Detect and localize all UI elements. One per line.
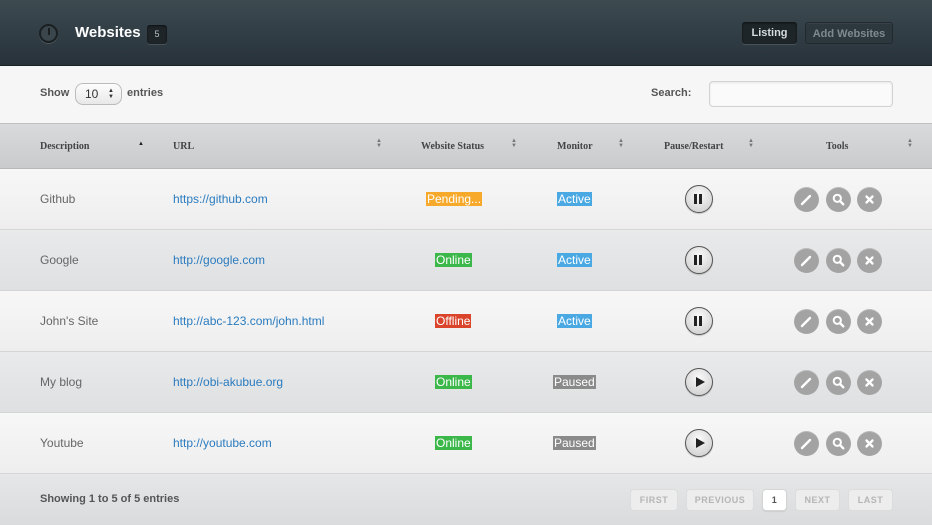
column-header-monitor[interactable]: Monitor <box>557 141 593 152</box>
table-row: Github https://github.com Pending... Act… <box>0 169 932 230</box>
status-badge: Online <box>435 436 472 450</box>
sort-icon[interactable]: ▲ ▼ <box>618 138 624 149</box>
pagination-previous-button[interactable]: PREVIOUS <box>686 489 754 511</box>
listing-button[interactable]: Listing <box>742 22 797 44</box>
pagination-next-button[interactable]: NEXT <box>795 489 840 511</box>
pagination-last-button[interactable]: LAST <box>848 489 893 511</box>
close-icon <box>865 439 874 448</box>
row-url-link[interactable]: http://google.com <box>173 253 265 267</box>
edit-button[interactable] <box>794 248 819 273</box>
delete-button[interactable] <box>857 370 882 395</box>
status-badge: Online <box>435 375 472 389</box>
table-header: Description ▲ URL ▲ ▼ Website Status ▲ ▼ M… <box>0 123 932 169</box>
play-icon <box>696 437 705 448</box>
pagination-page-1-button[interactable]: 1 <box>762 489 787 511</box>
sort-icon[interactable]: ▲ ▼ <box>376 138 382 149</box>
pause-button[interactable] <box>685 246 713 274</box>
row-description: Youtube <box>40 436 84 450</box>
magnifier-icon <box>832 193 845 206</box>
table-info: Showing 1 to 5 of 5 entries <box>40 493 180 505</box>
view-button[interactable] <box>826 370 851 395</box>
table-footer: Showing 1 to 5 of 5 entries FIRST PREVIO… <box>0 474 932 525</box>
monitor-badge: Active <box>557 253 592 267</box>
website-count-badge: 5 <box>147 25 167 44</box>
close-icon <box>865 378 874 387</box>
status-badge: Online <box>435 253 472 267</box>
add-websites-button[interactable]: Add Websites <box>805 22 893 44</box>
row-description: Google <box>40 253 79 267</box>
column-header-description[interactable]: Description <box>40 141 89 152</box>
edit-button[interactable] <box>794 187 819 212</box>
view-button[interactable] <box>826 431 851 456</box>
pause-icon <box>694 194 703 204</box>
sort-ascending-icon[interactable]: ▲ <box>138 141 144 147</box>
monitor-badge: Active <box>557 192 592 206</box>
row-url-link[interactable]: http://youtube.com <box>173 436 272 450</box>
clock-icon <box>39 24 58 43</box>
edit-button[interactable] <box>794 309 819 334</box>
row-description: Github <box>40 192 76 206</box>
magnifier-icon <box>832 315 845 328</box>
entries-select-value: 10 <box>85 87 99 101</box>
table-row: Youtube http://youtube.com Online Paused <box>0 413 932 474</box>
pencil-icon <box>800 255 812 267</box>
pause-button[interactable] <box>685 307 713 335</box>
entries-select[interactable]: 10 ▲ ▼ <box>75 83 122 105</box>
column-header-tools[interactable]: Tools <box>826 141 848 152</box>
magnifier-icon <box>832 376 845 389</box>
column-header-website-status[interactable]: Website Status <box>421 141 484 152</box>
entries-label: entries <box>127 87 164 99</box>
app-header: Websites 5 Listing Add Websites <box>0 0 932 66</box>
sort-icon[interactable]: ▲ ▼ <box>907 138 913 149</box>
search-input[interactable] <box>709 81 893 107</box>
sort-icon[interactable]: ▲ ▼ <box>748 138 754 149</box>
pagination-first-button[interactable]: FIRST <box>630 489 678 511</box>
pencil-icon <box>800 438 812 450</box>
sort-icon[interactable]: ▲ ▼ <box>511 138 517 149</box>
delete-button[interactable] <box>857 187 882 212</box>
search-label: Search: <box>651 87 692 99</box>
table-row: My blog http://obi-akubue.org Online Pau… <box>0 352 932 413</box>
column-header-pause-restart[interactable]: Pause/Restart <box>664 141 723 152</box>
pause-button[interactable] <box>685 185 713 213</box>
close-icon <box>865 256 874 265</box>
play-icon <box>696 376 705 387</box>
play-button[interactable] <box>685 429 713 457</box>
magnifier-icon <box>832 254 845 267</box>
pencil-icon <box>800 377 812 389</box>
select-arrows-icon: ▲ ▼ <box>108 88 114 100</box>
row-url-link[interactable]: http://abc-123.com/john.html <box>173 314 324 328</box>
edit-button[interactable] <box>794 370 819 395</box>
close-icon <box>865 317 874 326</box>
table-row: Google http://google.com Online Active <box>0 230 932 291</box>
close-icon <box>865 195 874 204</box>
show-label: Show <box>40 87 70 99</box>
pencil-icon <box>800 316 812 328</box>
row-description: John's Site <box>40 314 99 328</box>
page-title: Websites <box>75 24 141 41</box>
pause-icon <box>694 316 703 326</box>
play-button[interactable] <box>685 368 713 396</box>
status-badge: Pending... <box>426 192 483 206</box>
pause-icon <box>694 255 703 265</box>
view-button[interactable] <box>826 309 851 334</box>
edit-button[interactable] <box>794 431 819 456</box>
view-button[interactable] <box>826 187 851 212</box>
monitor-badge: Active <box>557 314 592 328</box>
monitor-badge: Paused <box>553 375 596 389</box>
row-url-link[interactable]: https://github.com <box>173 192 268 206</box>
row-description: My blog <box>40 375 83 389</box>
delete-button[interactable] <box>857 309 882 334</box>
column-header-url[interactable]: URL <box>173 141 194 152</box>
status-badge: Offline <box>435 314 472 328</box>
row-url-link[interactable]: http://obi-akubue.org <box>173 375 283 389</box>
table-controls: Show 10 ▲ ▼ entries Search: <box>0 66 932 123</box>
view-button[interactable] <box>826 248 851 273</box>
delete-button[interactable] <box>857 431 882 456</box>
table-row: John's Site http://abc-123.com/john.html… <box>0 291 932 352</box>
magnifier-icon <box>832 437 845 450</box>
pencil-icon <box>800 194 812 206</box>
delete-button[interactable] <box>857 248 882 273</box>
monitor-badge: Paused <box>553 436 596 450</box>
